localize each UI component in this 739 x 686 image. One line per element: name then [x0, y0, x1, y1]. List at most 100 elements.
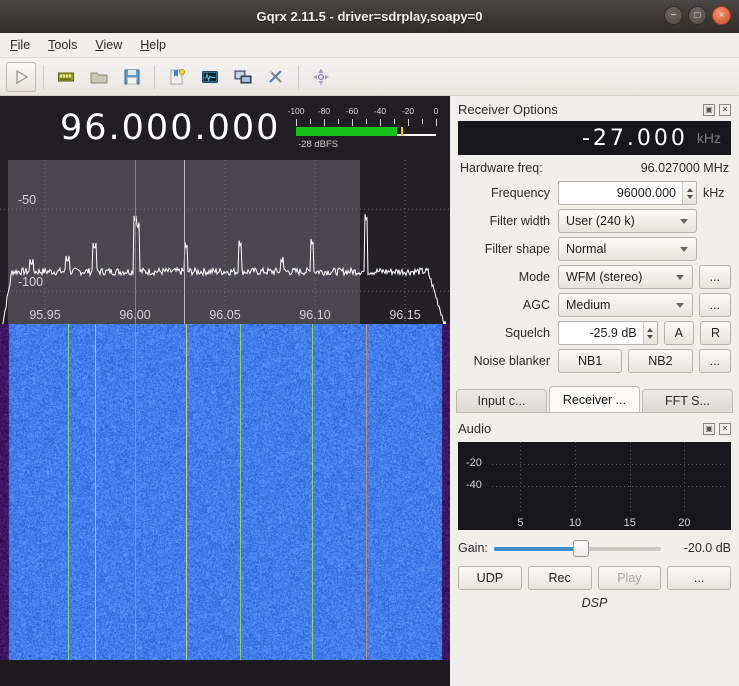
open-file-button[interactable] — [84, 62, 114, 92]
mode-select[interactable]: WFM (stereo) — [558, 265, 693, 289]
tab-receiver-options[interactable]: Receiver ... — [549, 386, 640, 412]
audio-grid-line — [492, 486, 727, 487]
agc-select[interactable]: Medium — [558, 293, 693, 317]
audio-panel-title: Audio — [458, 421, 492, 436]
squelch-auto-button[interactable]: A — [663, 321, 694, 345]
maximize-icon[interactable]: □ — [688, 6, 707, 25]
nb1-button[interactable]: NB1 — [558, 349, 623, 373]
menu-item-help[interactable]: Help — [140, 38, 166, 52]
center-frequency-marker[interactable] — [135, 160, 136, 324]
menu-item-tools[interactable]: Tools — [48, 38, 77, 52]
main-frequency-readout[interactable]: 96.000.000 — [60, 104, 290, 152]
chevron-down-icon — [680, 247, 688, 252]
tab-fft-settings[interactable]: FFT S... — [642, 389, 733, 412]
filter-shape-label: Filter shape — [484, 242, 550, 256]
audio-more-button[interactable]: ... — [667, 566, 731, 590]
settings-button[interactable] — [261, 62, 291, 92]
toolbar — [0, 58, 739, 96]
spectrum-x-tick-label: 96.05 — [209, 308, 241, 322]
floppy-disk-icon — [124, 69, 140, 84]
hardware-freq-label: Hardware freq: — [460, 161, 543, 175]
full-screen-button[interactable] — [306, 62, 336, 92]
mode-options-button[interactable]: ... — [698, 265, 731, 289]
audio-spectrum-plot[interactable]: 5 10 15 20 -20 -40 — [458, 442, 731, 530]
spectrum-x-tick-label: 96.15 — [389, 308, 421, 322]
rf-spectrum-plot[interactable]: -50 -100 95.95 96.00 96.05 96.10 96.15 — [0, 160, 450, 324]
chevron-down-icon — [675, 275, 684, 280]
squelch-reset-button[interactable]: R — [699, 321, 731, 345]
signal-meter-track — [296, 127, 436, 136]
dsp-label: DSP — [581, 596, 608, 610]
spectrum-x-tick-label: 96.00 — [119, 308, 151, 322]
filter-shape-select[interactable]: Normal — [558, 237, 697, 261]
gain-label: Gain: — [458, 541, 488, 555]
mode-row: Mode WFM (stereo) ... — [458, 265, 731, 289]
audio-grid-line — [629, 442, 631, 514]
signal-meter-bar — [296, 127, 397, 136]
frequency-input[interactable]: 96000.000 — [558, 181, 697, 205]
bookmarks-button[interactable] — [162, 62, 192, 92]
tab-input-controls[interactable]: Input c... — [456, 389, 547, 412]
audio-x-tick-label: 10 — [568, 517, 582, 529]
iq-recorder-button[interactable] — [195, 62, 225, 92]
spectrum-x-tick-label: 95.95 — [29, 308, 61, 322]
filter-width-label: Filter width — [489, 214, 550, 228]
menu-item-file[interactable]: File — [10, 38, 30, 52]
frequency-stepper[interactable] — [682, 182, 696, 204]
squelch-stepper[interactable] — [642, 322, 657, 344]
receiver-options-header: Receiver Options ▣ ✕ — [450, 96, 739, 119]
close-icon[interactable]: × — [712, 6, 731, 25]
squelch-row: Squelch -25.9 dB A R — [458, 321, 731, 345]
stepper-up-icon[interactable] — [686, 187, 693, 192]
stepper-up-icon[interactable] — [647, 327, 654, 332]
menu-file-mnemonic: F — [10, 38, 18, 52]
filter-width-row: Filter width User (240 k) — [458, 209, 731, 233]
audio-panel-header: Audio ▣ ✕ — [450, 413, 739, 438]
filter-width-value: User (240 k) — [566, 214, 635, 228]
move-arrows-icon — [313, 68, 329, 85]
close-panel-icon[interactable]: ✕ — [719, 103, 731, 116]
float-icon[interactable]: ▣ — [703, 103, 715, 116]
minimize-icon[interactable]: − — [664, 6, 683, 25]
waterfall-signal-line — [312, 324, 314, 660]
toolbar-separator — [154, 64, 155, 89]
audio-grid-line — [684, 442, 686, 514]
nb2-button[interactable]: NB2 — [628, 349, 693, 373]
remote-control-button[interactable] — [228, 62, 258, 92]
filter-width-select[interactable]: User (240 k) — [558, 209, 697, 233]
waterfall-signal-line — [67, 324, 69, 660]
menu-help-rest: elp — [149, 38, 166, 52]
signal-meter-ticks — [296, 119, 437, 126]
audio-y-tick-label: -20 — [466, 457, 482, 469]
offset-readout[interactable]: -27.000 kHz — [458, 121, 731, 155]
tools-icon — [268, 69, 282, 83]
meter-tick — [296, 119, 297, 126]
rec-button[interactable]: Rec — [527, 566, 592, 590]
gain-slider[interactable] — [493, 538, 661, 558]
agc-options-button[interactable]: ... — [698, 293, 731, 317]
network-computer-icon — [234, 70, 252, 83]
squelch-input[interactable]: -25.9 dB — [558, 321, 658, 345]
stepper-down-icon[interactable] — [686, 194, 693, 199]
frequency-display-bar: 96.000.000 -100 -80 -60 -40 -20 0 -28 dBFS — [0, 96, 450, 160]
demod-frequency-marker[interactable] — [183, 160, 185, 324]
window-title: Gqrx 2.11.5 - driver=sdrplay,soapy=0 — [256, 9, 483, 24]
gain-slider-fill — [493, 547, 581, 551]
menu-item-view[interactable]: View — [95, 38, 122, 52]
signal-meter-peak — [401, 127, 403, 136]
chevron-down-icon — [680, 219, 688, 224]
agc-label: AGC — [522, 298, 550, 312]
noise-blanker-options-button[interactable]: ... — [698, 349, 732, 373]
waterfall-plot[interactable] — [0, 324, 450, 660]
signal-meter-value: -28 dBFS — [298, 139, 339, 150]
waterfall-signal-line — [135, 324, 136, 660]
gain-slider-handle[interactable] — [572, 540, 589, 557]
start-dsp-button[interactable] — [6, 61, 36, 92]
udp-button[interactable]: UDP — [458, 566, 522, 590]
audio-grid-line — [575, 442, 577, 514]
close-panel-icon[interactable]: ✕ — [719, 422, 731, 435]
hardware-config-button[interactable] — [51, 62, 81, 92]
save-file-button[interactable] — [117, 62, 147, 92]
float-icon[interactable]: ▣ — [703, 422, 715, 435]
stepper-down-icon[interactable] — [647, 334, 654, 339]
